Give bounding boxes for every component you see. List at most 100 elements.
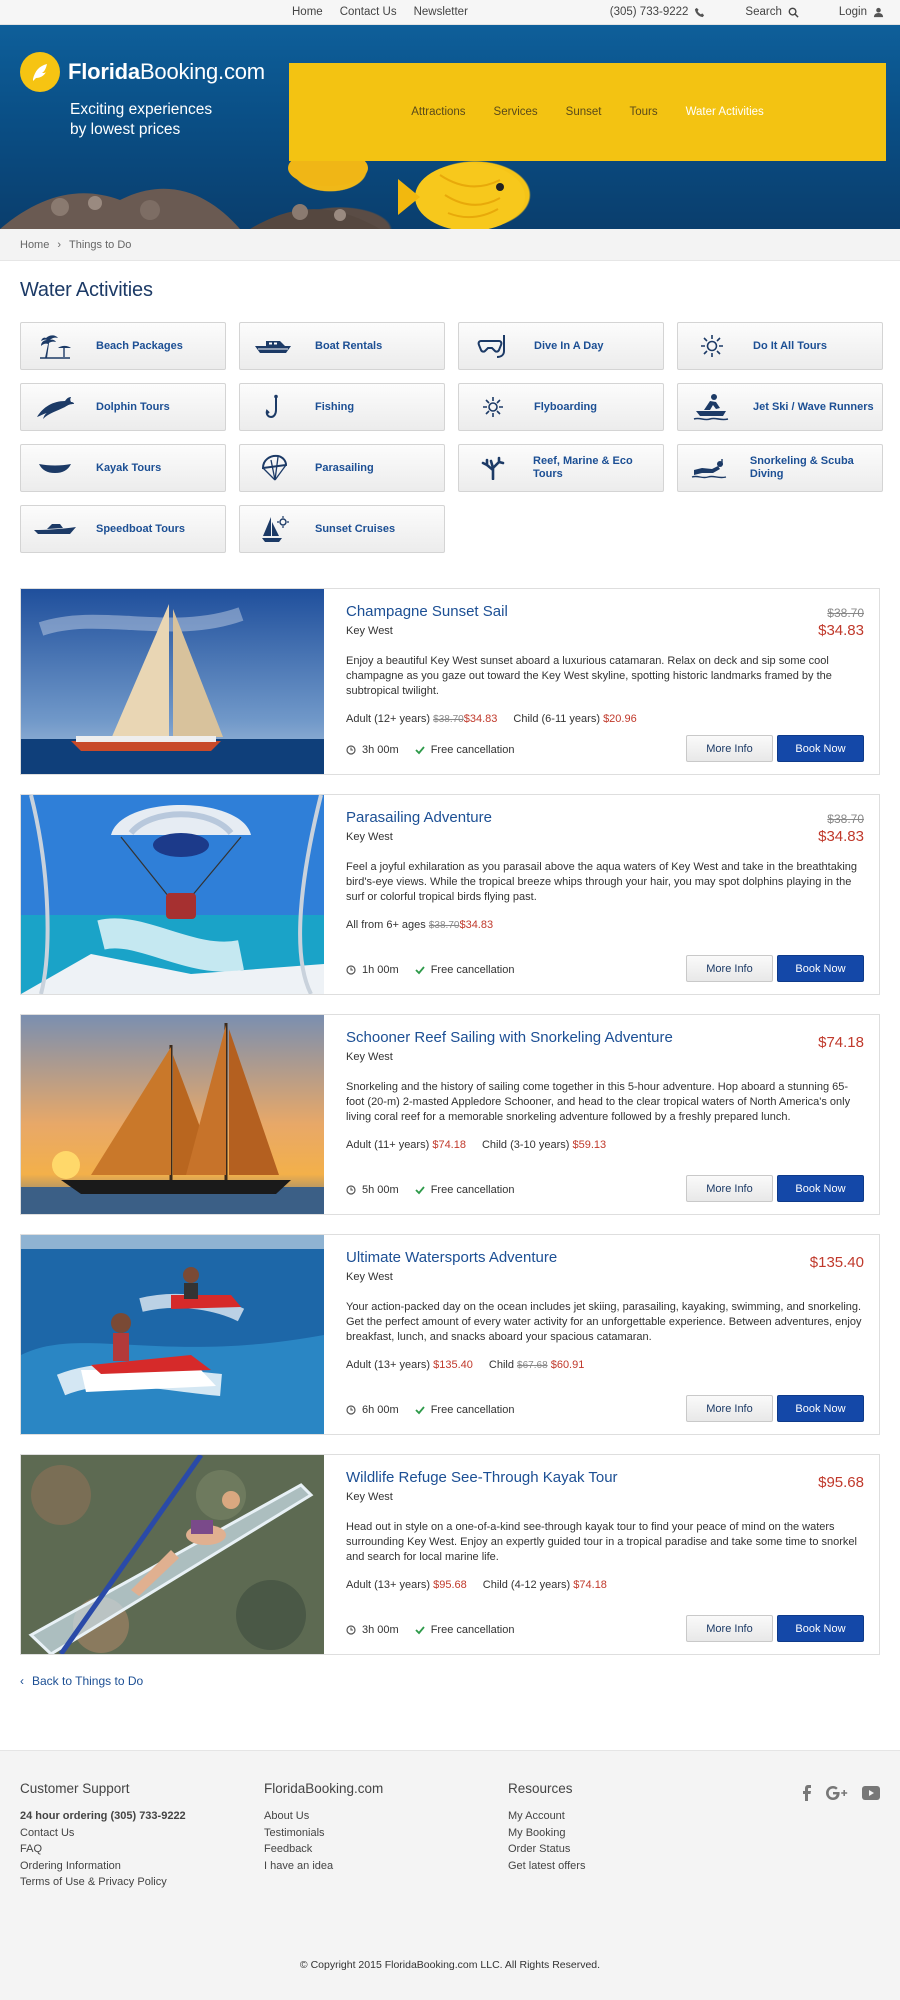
login-link[interactable]: Login	[839, 6, 884, 18]
tour-meta: 1h 00m Free cancellation	[346, 964, 530, 976]
category-boat-rentals[interactable]: Boat Rentals	[239, 322, 445, 370]
tour-list: Champagne Sunset Sail Key West $38.70 $3…	[20, 588, 880, 1656]
more-info-button[interactable]: More Info	[686, 1175, 773, 1202]
back-to-things-to-do-link[interactable]: ‹ Back to Things to Do	[20, 1674, 900, 1688]
tour-title[interactable]: Champagne Sunset Sail	[346, 603, 864, 620]
category-dolphin-tours[interactable]: Dolphin Tours	[20, 383, 226, 431]
footer-link-about[interactable]: About Us	[264, 1810, 309, 1822]
breadcrumb-home[interactable]: Home	[20, 239, 49, 251]
category-kayak-tours[interactable]: Kayak Tours	[20, 444, 226, 492]
tour-image-jet-ski[interactable]	[21, 1235, 324, 1434]
more-info-button[interactable]: More Info	[686, 955, 773, 982]
category-sunset-cruises[interactable]: Sunset Cruises	[239, 505, 445, 553]
category-beach-packages[interactable]: Beach Packages	[20, 322, 226, 370]
footer-link-faq[interactable]: FAQ	[20, 1843, 42, 1855]
login-label: Login	[838, 6, 867, 18]
top-link-contact[interactable]: Contact Us	[340, 6, 397, 18]
chevron-right-icon: ›	[57, 238, 62, 251]
nav-services[interactable]: Services	[494, 106, 538, 118]
current-price: $34.83	[818, 828, 864, 845]
category-do-it-all-tours[interactable]: Do It All Tours	[677, 322, 883, 370]
footer: Customer Support 24 hour ordering (305) …	[0, 1750, 900, 2000]
book-now-button[interactable]: Book Now	[777, 1615, 864, 1642]
site-logo[interactable]: FloridaBooking.com	[20, 52, 265, 92]
phone-link[interactable]: (305) 733-9222	[610, 6, 706, 18]
tour-image-clear-kayak[interactable]	[21, 1453, 324, 1656]
footer-link-terms[interactable]: Terms of Use & Privacy Policy	[20, 1876, 167, 1888]
category-speedboat-tours[interactable]: Speedboat Tours	[20, 505, 226, 553]
category-parasailing[interactable]: Parasailing	[239, 444, 445, 492]
more-info-button[interactable]: More Info	[686, 1615, 773, 1642]
tour-card: Schooner Reef Sailing with Snorkeling Ad…	[20, 1014, 880, 1215]
facebook-icon[interactable]	[800, 1785, 812, 1801]
category-jet-ski[interactable]: Jet Ski / Wave Runners	[677, 383, 883, 431]
top-bar: Home Contact Us Newsletter (305) 733-922…	[0, 0, 900, 25]
main-nav: Attractions Services Sunset Tours Water …	[289, 63, 886, 161]
back-link-label: Back to Things to Do	[32, 1674, 144, 1688]
top-link-home[interactable]: Home	[292, 6, 323, 18]
dive-mask-icon	[467, 332, 519, 360]
tour-duration: 1h 00m	[362, 964, 399, 976]
tour-duration: 6h 00m	[362, 1404, 399, 1416]
check-icon	[415, 1186, 425, 1195]
snorkeler-icon	[686, 454, 735, 482]
clock-icon	[346, 1625, 356, 1635]
footer-link-offers[interactable]: Get latest offers	[508, 1860, 585, 1872]
footer-link-order-status[interactable]: Order Status	[508, 1843, 570, 1855]
breadcrumb: Home › Things to Do	[0, 229, 900, 261]
tour-description: Snorkeling and the history of sailing co…	[346, 1081, 851, 1123]
tour-title[interactable]: Parasailing Adventure	[346, 809, 864, 826]
tour-meta: 3h 00m Free cancellation	[346, 1624, 530, 1636]
tour-title[interactable]: Wildlife Refuge See-Through Kayak Tour	[346, 1469, 864, 1486]
sailboat-sun-icon	[248, 515, 300, 543]
more-info-button[interactable]: More Info	[686, 735, 773, 762]
nav-attractions[interactable]: Attractions	[411, 106, 465, 118]
footer-link-booking[interactable]: My Booking	[508, 1827, 565, 1839]
tour-duration: 3h 00m	[362, 1624, 399, 1636]
book-now-button[interactable]: Book Now	[777, 1395, 864, 1422]
category-reef-marine-eco[interactable]: Reef, Marine & Eco Tours	[458, 444, 664, 492]
category-snorkeling-scuba[interactable]: Snorkeling & Scuba Diving	[677, 444, 883, 492]
footer-link-idea[interactable]: I have an idea	[264, 1860, 333, 1872]
cancellation-note: Free cancellation	[430, 744, 515, 756]
nav-sunset[interactable]: Sunset	[566, 106, 602, 118]
footer-link-testimonials[interactable]: Testimonials	[264, 1827, 325, 1839]
cancellation-note: Free cancellation	[430, 1624, 515, 1636]
tour-title[interactable]: Schooner Reef Sailing with Snorkeling Ad…	[346, 1029, 864, 1046]
nav-water-activities[interactable]: Water Activities	[686, 106, 764, 118]
category-dive-in-a-day[interactable]: Dive In A Day	[458, 322, 664, 370]
category-flyboarding[interactable]: Flyboarding	[458, 383, 664, 431]
book-now-button[interactable]: Book Now	[777, 1175, 864, 1202]
nav-tours[interactable]: Tours	[629, 106, 657, 118]
book-now-button[interactable]: Book Now	[777, 955, 864, 982]
tour-price: $38.70 $34.83	[818, 606, 864, 639]
bird-logo-icon	[20, 52, 60, 92]
footer-link-account[interactable]: My Account	[508, 1810, 565, 1822]
footer-link-ordering[interactable]: Ordering Information	[20, 1860, 121, 1872]
footer-link-feedback[interactable]: Feedback	[264, 1843, 312, 1855]
more-info-button[interactable]: More Info	[686, 1395, 773, 1422]
footer-heading: FloridaBooking.com	[264, 1781, 384, 1796]
check-icon	[415, 746, 425, 755]
fish-hook-icon	[248, 393, 300, 421]
clock-icon	[346, 965, 356, 975]
phone-icon	[695, 7, 705, 17]
book-now-button[interactable]: Book Now	[777, 735, 864, 762]
footer-link-contact[interactable]: Contact Us	[20, 1827, 74, 1839]
footer-phone: 24 hour ordering (305) 733-9222	[20, 1810, 186, 1822]
category-fishing[interactable]: Fishing	[239, 383, 445, 431]
tour-price: $38.70 $34.83	[818, 812, 864, 845]
search-link[interactable]: Search	[745, 6, 799, 18]
current-price: $34.83	[818, 622, 864, 639]
copyright: © Copyright 2015 FloridaBooking.com LLC.…	[299, 1959, 601, 1971]
google-plus-icon[interactable]	[826, 1786, 848, 1800]
tour-image-schooner[interactable]	[21, 1015, 324, 1214]
tour-image-sunset-catamaran[interactable]	[21, 589, 324, 774]
top-link-newsletter[interactable]: Newsletter	[414, 6, 468, 18]
tour-image-parasailing[interactable]	[21, 794, 324, 995]
tour-rates: Adult (13+ years) $95.68 Child (4-12 year…	[346, 1579, 607, 1591]
youtube-icon[interactable]	[862, 1786, 880, 1800]
cancellation-note: Free cancellation	[430, 1184, 515, 1196]
tour-description: Enjoy a beautiful Key West sunset aboard…	[346, 655, 832, 697]
tour-title[interactable]: Ultimate Watersports Adventure	[346, 1249, 864, 1266]
